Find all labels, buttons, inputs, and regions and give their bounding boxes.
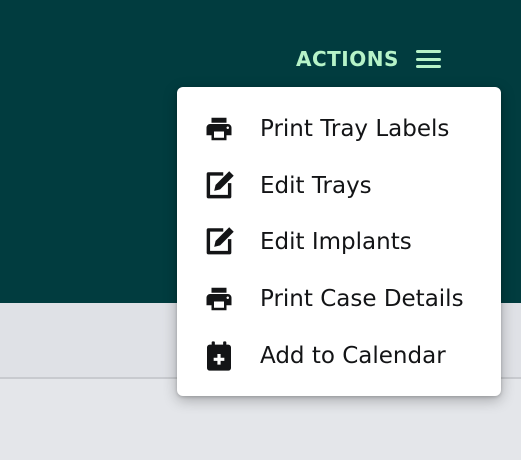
edit-icon [202, 169, 236, 203]
calendar-add-icon [202, 339, 236, 373]
menu-item-label: Edit Implants [260, 229, 412, 255]
menu-item-print-tray-labels[interactable]: Print Tray Labels [177, 101, 501, 157]
actions-menu-button[interactable]: ACTIONS [296, 44, 441, 74]
printer-icon [202, 112, 236, 146]
menu-item-edit-implants[interactable]: Edit Implants [177, 214, 501, 270]
edit-icon [202, 225, 236, 259]
menu-item-label: Print Case Details [260, 286, 464, 312]
actions-dropdown-menu: Print Tray Labels Edit Trays Edit Implan… [177, 87, 501, 396]
hamburger-menu-icon [415, 50, 441, 68]
menu-item-print-case-details[interactable]: Print Case Details [177, 271, 501, 327]
actions-label: ACTIONS [296, 47, 399, 71]
menu-item-label: Print Tray Labels [260, 116, 450, 142]
menu-item-edit-trays[interactable]: Edit Trays [177, 158, 501, 214]
printer-icon [202, 282, 236, 316]
menu-item-label: Edit Trays [260, 173, 372, 199]
menu-item-label: Add to Calendar [260, 343, 446, 369]
menu-item-add-to-calendar[interactable]: Add to Calendar [177, 328, 501, 384]
